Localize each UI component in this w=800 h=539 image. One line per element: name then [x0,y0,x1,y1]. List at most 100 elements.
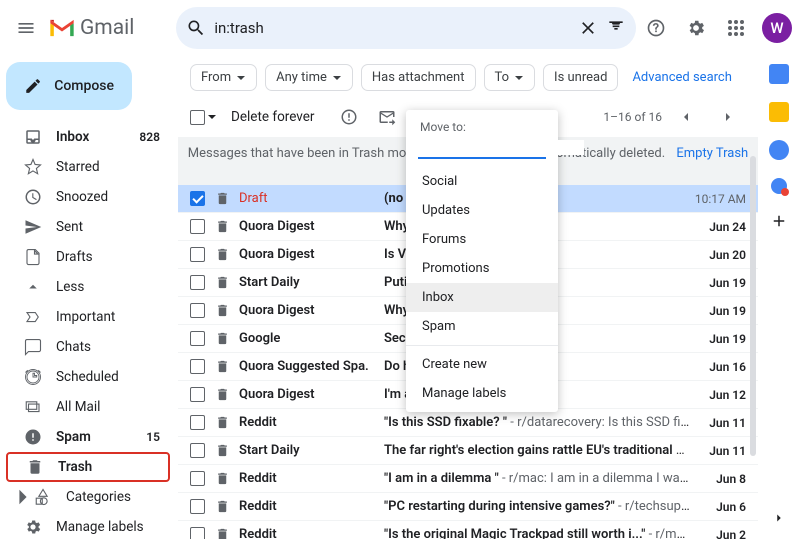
sidebar-item-sent[interactable]: Sent [6,212,170,242]
trash-indicator [215,415,231,430]
dropdown-option-spam[interactable]: Spam [406,312,558,341]
sidebar-item-categories[interactable]: Categories [6,482,170,512]
add-app-icon[interactable] [770,212,788,230]
filter-chip-from[interactable]: From [190,64,257,91]
row-checkbox[interactable] [190,275,205,290]
sidebar-item-starred[interactable]: Starred [6,152,170,182]
clear-icon[interactable] [578,18,598,38]
sidebar-item-label: Categories [66,489,160,505]
page-next[interactable] [710,99,746,135]
scrollbar[interactable] [750,156,756,456]
row-checkbox[interactable] [190,247,205,262]
dropdown-create-new[interactable]: Create new [406,350,558,379]
dropdown-option-social[interactable]: Social [406,167,558,196]
sidebar-item-drafts[interactable]: Drafts [6,242,170,272]
report-spam-button[interactable] [331,99,367,135]
sidebar-item-less[interactable]: Less [6,272,170,302]
keep-app-icon[interactable] [769,102,789,122]
collapse-panel-icon[interactable] [772,511,786,525]
search-bar[interactable] [176,7,636,49]
select-all[interactable] [190,110,217,125]
trash-icon [215,275,230,290]
filter-chip-has-attachment[interactable]: Has attachment [361,64,476,91]
row-checkbox[interactable] [190,415,205,430]
date: Jun 6 [691,500,746,514]
trash-indicator [215,331,231,346]
sidebar-item-scheduled[interactable]: Scheduled [6,362,170,392]
dropdown-option-promotions[interactable]: Promotions [406,254,558,283]
filter-chip-is-unread[interactable]: Is unread [543,64,618,91]
date: Jun 11 [691,416,746,430]
row-checkbox[interactable] [190,499,205,514]
dropdown-title: Move to: [406,116,558,136]
select-all-checkbox[interactable] [190,110,205,125]
message-row[interactable]: Start DailyThe far right's election gain… [178,437,758,465]
trash-icon [215,191,230,206]
sent-icon [24,218,42,236]
chevron-down-icon[interactable] [207,112,217,122]
sidebar-item-trash[interactable]: Trash [6,452,170,482]
sidebar-item-label: Scheduled [56,369,160,385]
sidebar-item-inbox[interactable]: Inbox828 [6,122,170,152]
message-row[interactable]: Reddit"Is the original Magic Trackpad st… [178,521,758,539]
starred-icon [24,158,42,176]
scheduled-icon [24,368,42,386]
row-checkbox[interactable] [190,387,205,402]
gmail-logo[interactable]: Gmail [48,16,134,40]
account-avatar[interactable]: W [762,13,792,43]
date: Jun 19 [691,276,746,290]
gmail-icon [48,17,76,39]
row-checkbox[interactable] [190,303,205,318]
message-row[interactable]: Reddit"PC restarting during intensive ga… [178,493,758,521]
settings-button[interactable] [678,10,714,46]
row-checkbox[interactable] [190,331,205,346]
mark-read-button[interactable] [369,99,405,135]
apps-button[interactable] [718,10,754,46]
sidebar-item-snoozed[interactable]: Snoozed [6,182,170,212]
trash-indicator [215,359,231,374]
page-prev[interactable] [668,99,704,135]
advanced-search-link[interactable]: Advanced search [632,70,731,85]
sidebar-item-chats[interactable]: Chats [6,332,170,362]
sidebar-item-manage[interactable]: Manage labels [6,512,170,539]
chevron-right-icon [720,109,736,125]
compose-button[interactable]: Compose [6,62,132,110]
filter-chip-any-time[interactable]: Any time [265,64,353,91]
message-row[interactable]: Reddit"I am in a dilemma " - r/mac: I am… [178,465,758,493]
dropdown-search[interactable] [418,140,546,159]
pencil-icon [24,76,42,96]
sender: Reddit [239,527,384,539]
row-checkbox[interactable] [190,191,205,206]
sender: Start Daily [239,443,384,458]
dropdown-option-updates[interactable]: Updates [406,196,558,225]
sender: Google [239,331,384,346]
trash-icon [215,359,230,374]
help-button[interactable] [638,10,674,46]
filter-chip-to[interactable]: To [484,64,536,91]
search-input[interactable] [214,19,578,37]
calendar-app-icon[interactable] [769,64,789,84]
row-checkbox[interactable] [190,527,205,539]
tasks-app-icon[interactable] [769,140,789,160]
row-checkbox[interactable] [190,219,205,234]
trash-indicator [215,303,231,318]
sidebar-item-allmail[interactable]: All Mail [6,392,170,422]
snoozed-icon [24,188,42,206]
filter-icon[interactable] [606,18,626,38]
main-menu-button[interactable] [8,10,44,46]
sidebar-item-important[interactable]: Important [6,302,170,332]
delete-forever-button[interactable]: Delete forever [231,109,315,125]
date: Jun 12 [691,388,746,402]
row-checkbox[interactable] [190,443,205,458]
dropdown-option-forums[interactable]: Forums [406,225,558,254]
dropdown-manage-labels[interactable]: Manage labels [406,379,558,408]
message-row[interactable]: Reddit"Is this SSD fixable? " - r/datare… [178,409,758,437]
sidebar-item-spam[interactable]: Spam15 [6,422,170,452]
sender: Quora Digest [239,247,384,262]
side-panel [758,56,800,539]
row-checkbox[interactable] [190,359,205,374]
header: Gmail W [0,0,800,56]
row-checkbox[interactable] [190,471,205,486]
dropdown-search-input[interactable] [418,140,584,155]
dropdown-option-inbox[interactable]: Inbox [406,283,558,312]
